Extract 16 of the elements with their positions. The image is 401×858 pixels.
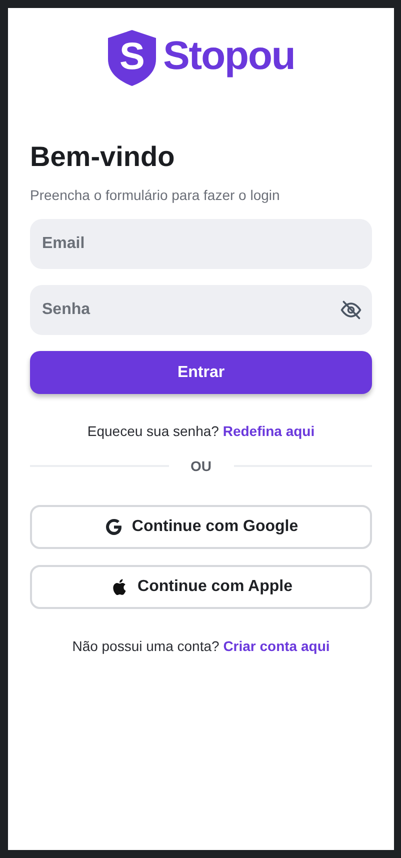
login-button[interactable]: Entrar xyxy=(30,351,372,394)
prompt-text: Não possui uma conta? Criar conta aqui xyxy=(71,637,331,655)
link[interactable]: Redefina aqui xyxy=(222,423,315,439)
social-login-button[interactable]: Continue com Apple xyxy=(30,565,372,609)
email-field[interactable]: Email xyxy=(30,219,372,269)
logo-shield: S xyxy=(107,29,158,87)
page-title: Bem-vindo xyxy=(30,140,176,174)
password-field[interactable]: Senha xyxy=(30,285,372,335)
divider-label: OU xyxy=(190,458,212,474)
social-login-button[interactable]: Continue com Google xyxy=(30,505,372,549)
eye-off-icon[interactable] xyxy=(340,299,362,321)
link[interactable]: Criar conta aqui xyxy=(223,638,330,654)
prompt-text: Equeceu sua senha? Redefina aqui xyxy=(86,422,316,440)
logo-text: Stopou xyxy=(163,34,295,78)
google-logo-icon xyxy=(104,517,124,537)
subtitle: Preencha o formulário para fazer o login xyxy=(30,186,281,204)
